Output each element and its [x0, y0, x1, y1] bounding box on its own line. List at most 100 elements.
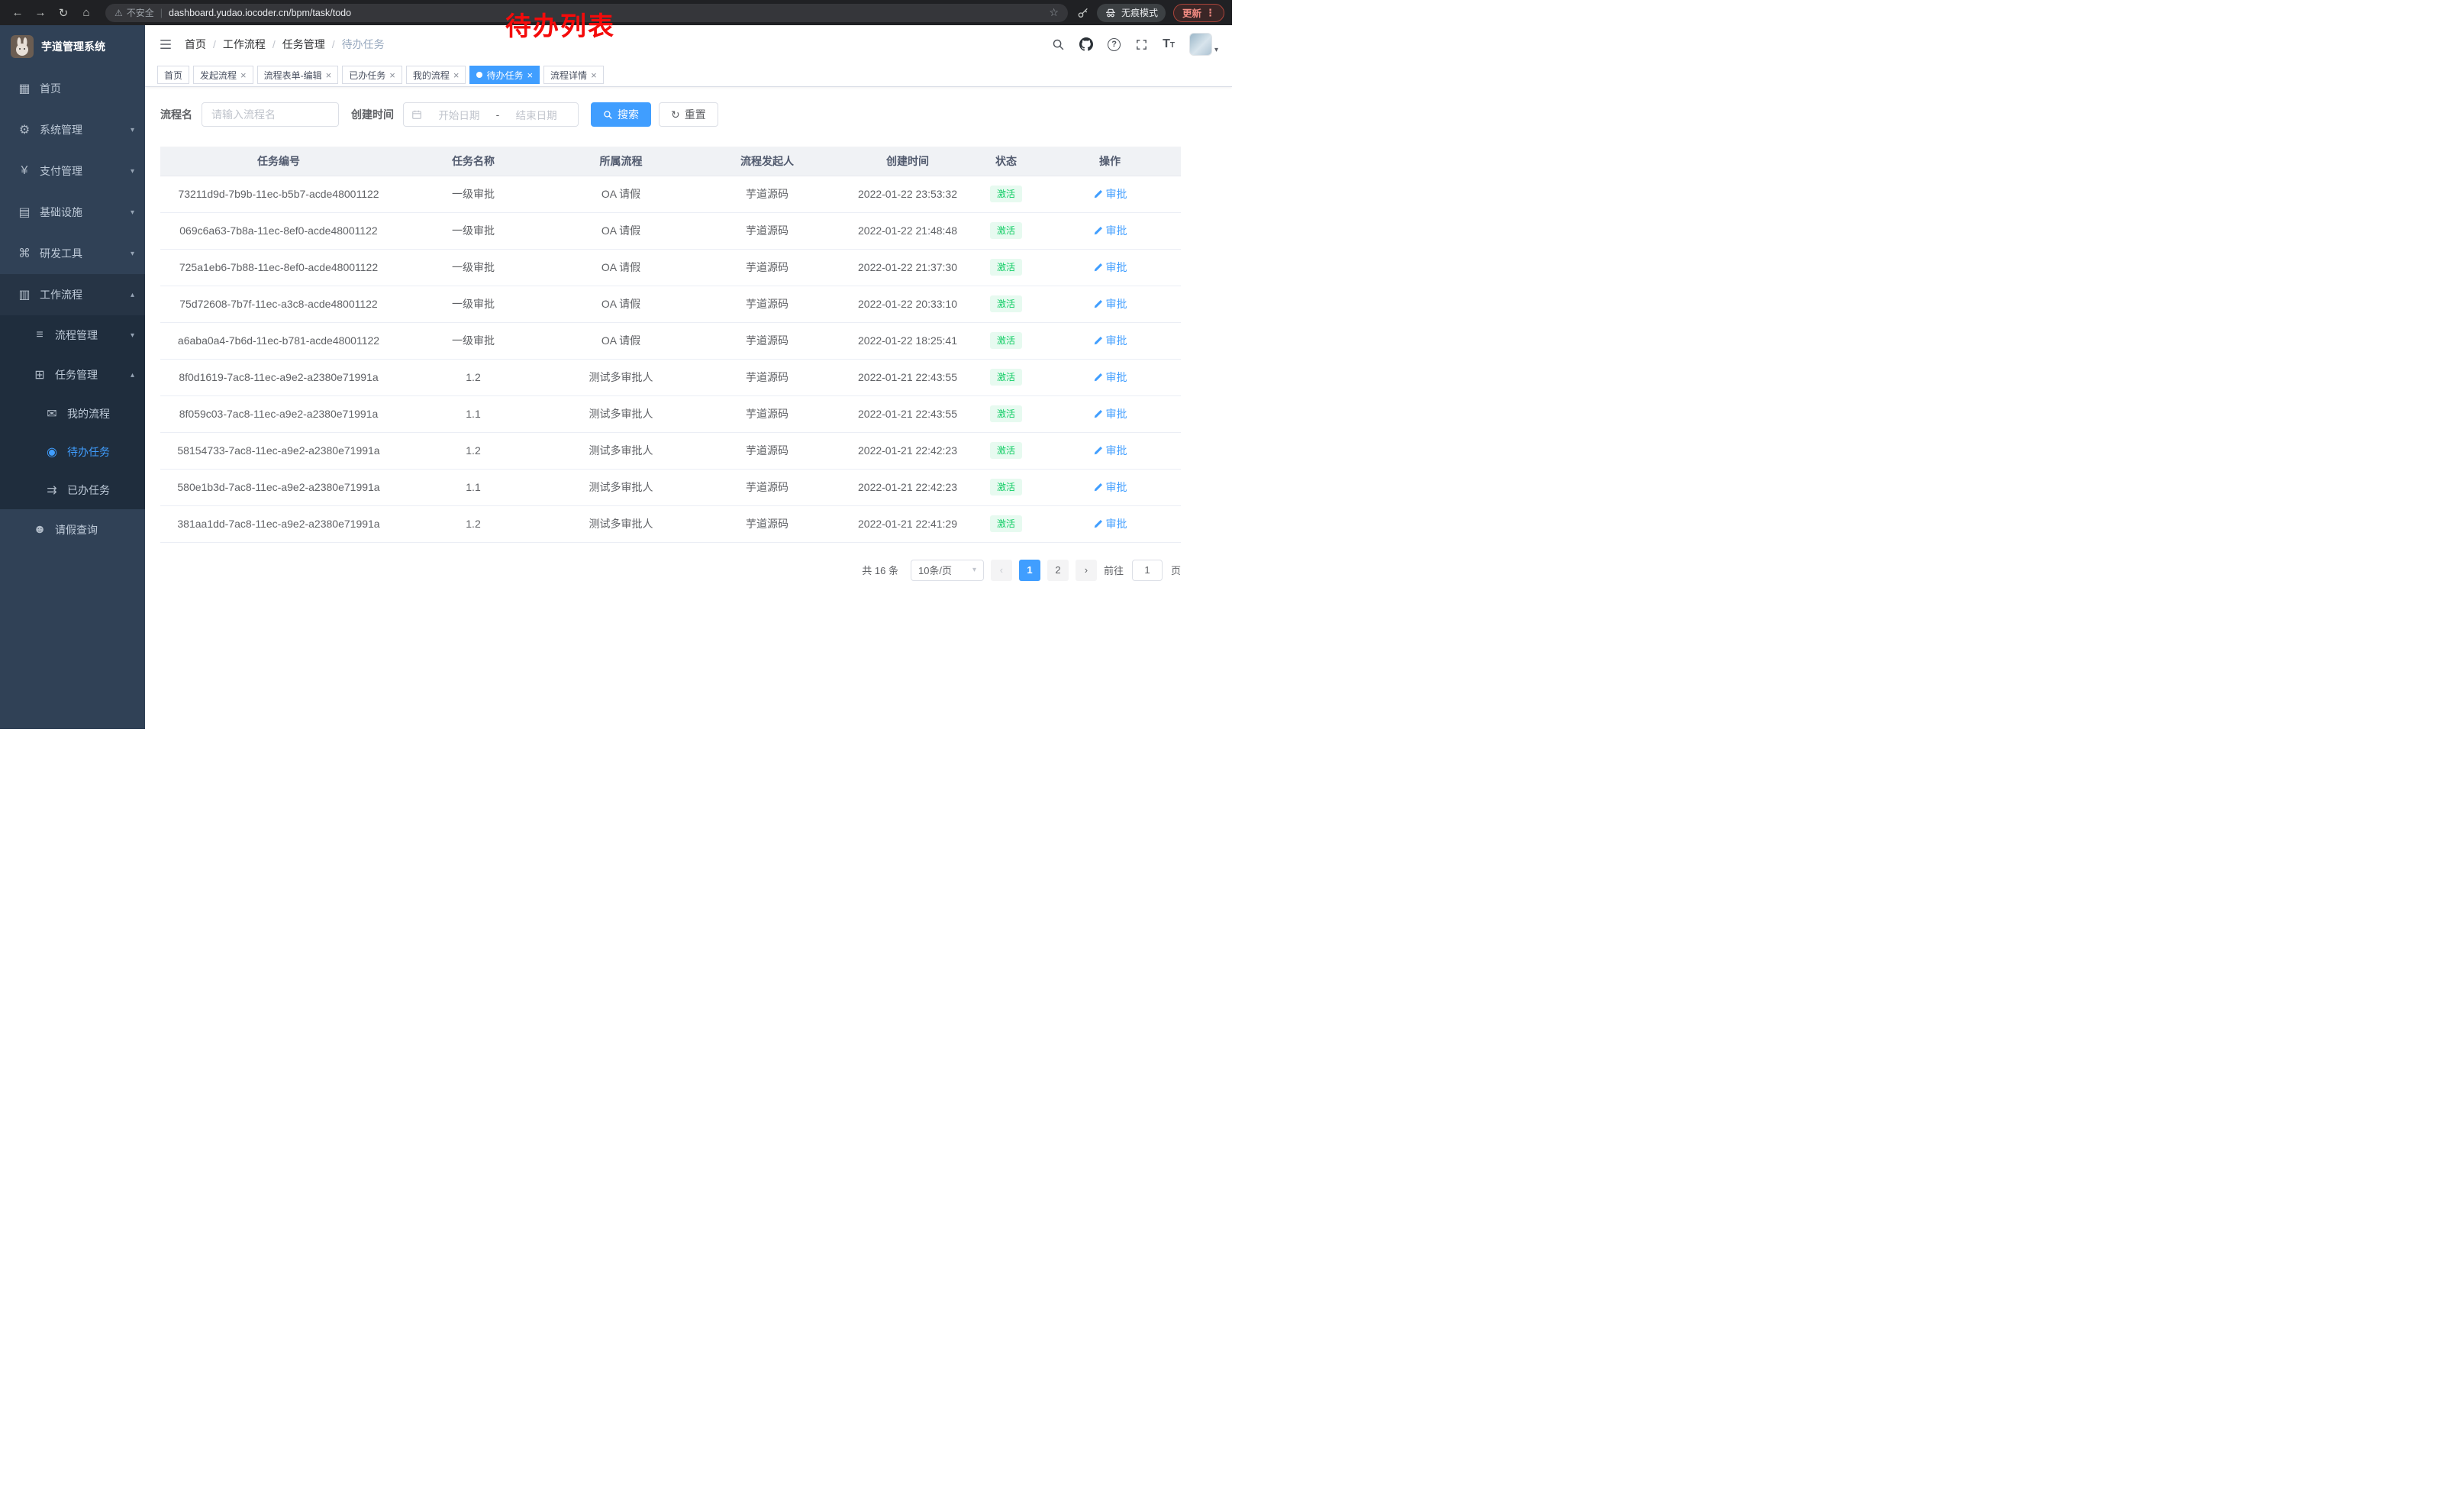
back-icon[interactable]: ← [8, 3, 27, 23]
process-name-input[interactable] [202, 102, 339, 127]
goto-page-input[interactable] [1132, 560, 1163, 581]
breadcrumb-workflow[interactable]: 工作流程 [223, 37, 266, 52]
forward-icon[interactable]: → [31, 3, 50, 23]
sidebar-item-todo-tasks[interactable]: ◉ 待办任务 [0, 433, 145, 471]
approve-link[interactable]: 审批 [1093, 479, 1127, 495]
sidebar-item-home[interactable]: ▦ 首页 [0, 68, 145, 109]
page-size-select[interactable]: 10条/页 ▾ [911, 560, 984, 581]
cell-initiator: 芋道源码 [692, 432, 842, 469]
address-bar[interactable]: ⚠ 不安全 | dashboard.yudao.iocoder.cn/bpm/t… [105, 4, 1068, 22]
page-button-1[interactable]: 1 [1019, 560, 1040, 581]
sidebar-item-process-management[interactable]: ≡ 流程管理 ▾ [0, 315, 145, 355]
cell-process: OA 请假 [550, 322, 692, 359]
sidebar-menu: ▦ 首页 ⚙ 系统管理 ▾ ¥ 支付管理 ▾ ▤ 基础设施 ▾ [0, 68, 145, 550]
approve-link[interactable]: 审批 [1093, 370, 1127, 385]
cell-task-name: 一级审批 [397, 322, 550, 359]
goto-label: 前往 [1104, 563, 1124, 577]
security-warning[interactable]: ⚠ 不安全 [114, 6, 154, 19]
tab-home[interactable]: 首页 [157, 66, 189, 84]
text-size-icon[interactable]: TT [1163, 38, 1175, 50]
close-icon[interactable]: × [389, 70, 395, 80]
status-badge: 激活 [990, 405, 1022, 422]
page-button-2[interactable]: 2 [1047, 560, 1069, 581]
tab-done-tasks[interactable]: 已办任务 × [342, 66, 402, 84]
approve-link[interactable]: 审批 [1093, 333, 1127, 348]
tab-todo-tasks[interactable]: 待办任务 × [469, 66, 540, 84]
tab-my-processes[interactable]: 我的流程 × [406, 66, 466, 84]
cell-action: 审批 [1039, 249, 1181, 286]
status-badge: 激活 [990, 332, 1022, 349]
user-menu[interactable]: ▾ [1189, 33, 1218, 56]
prev-page-button[interactable]: ‹ [991, 560, 1012, 581]
search-icon[interactable] [1052, 38, 1065, 51]
chevron-down-icon: ▾ [131, 250, 134, 258]
sidebar-item-payment-management[interactable]: ¥ 支付管理 ▾ [0, 150, 145, 192]
table-row: a6aba0a4-7b6d-11ec-b781-acde48001122 一级审… [160, 322, 1181, 359]
breadcrumb-current: 待办任务 [342, 37, 385, 52]
app-title: 芋道管理系统 [41, 39, 105, 54]
fullscreen-icon[interactable] [1135, 38, 1148, 51]
close-icon[interactable]: × [240, 70, 247, 80]
sidebar-item-leave-query[interactable]: ☻ 请假查询 [0, 509, 145, 550]
approve-link[interactable]: 审批 [1093, 296, 1127, 311]
avatar [1189, 33, 1212, 56]
breadcrumb-home[interactable]: 首页 [185, 37, 206, 52]
sidebar-item-system-management[interactable]: ⚙ 系统管理 ▾ [0, 109, 145, 150]
tab-process-detail[interactable]: 流程详情 × [543, 66, 604, 84]
caret-down-icon: ▾ [1214, 46, 1218, 56]
cell-task-id: 8f059c03-7ac8-11ec-a9e2-a2380e71991a [160, 395, 397, 432]
close-icon[interactable]: × [591, 70, 597, 80]
cell-task-id: a6aba0a4-7b6d-11ec-b781-acde48001122 [160, 322, 397, 359]
approve-link[interactable]: 审批 [1093, 406, 1127, 421]
close-icon[interactable]: × [453, 70, 460, 80]
pagination: 共 16 条 10条/页 ▾ ‹ 1 2 › 前往 页 [160, 560, 1181, 581]
sidebar-item-infrastructure[interactable]: ▤ 基础设施 ▾ [0, 192, 145, 233]
reset-button[interactable]: ↻ 重置 [659, 102, 718, 127]
key-extension-icon[interactable] [1077, 7, 1089, 19]
sidebar-item-my-processes[interactable]: ✉ 我的流程 [0, 395, 145, 433]
sidebar-toggle-icon[interactable] [159, 37, 173, 51]
approve-link[interactable]: 审批 [1093, 260, 1127, 275]
kebab-menu-icon[interactable]: ⋮ [1205, 7, 1215, 19]
sidebar-item-dev-tools[interactable]: ⌘ 研发工具 ▾ [0, 233, 145, 274]
github-icon[interactable] [1079, 37, 1093, 51]
date-range-picker[interactable]: 开始日期 - 结束日期 [403, 102, 579, 127]
sidebar-item-done-tasks[interactable]: ⇉ 已办任务 [0, 471, 145, 509]
workflow-submenu: ≡ 流程管理 ▾ ⊞ 任务管理 ▴ ✉ 我的流程 ◉ [0, 315, 145, 509]
bookmark-star-icon[interactable]: ☆ [1049, 6, 1059, 19]
close-icon[interactable]: × [326, 70, 332, 80]
close-icon[interactable]: × [527, 70, 533, 80]
list-icon: ≡ [31, 328, 49, 342]
total-count: 共 16 条 [862, 563, 898, 577]
start-date-placeholder: 开始日期 [425, 107, 493, 122]
sidebar-item-task-management[interactable]: ⊞ 任务管理 ▴ [0, 355, 145, 395]
sidebar-item-workflow[interactable]: ▥ 工作流程 ▴ [0, 274, 145, 315]
approve-link[interactable]: 审批 [1093, 186, 1127, 202]
chevron-down-icon: ▾ [131, 126, 134, 134]
breadcrumb-task-management[interactable]: 任务管理 [282, 37, 325, 52]
navbar-actions: ? TT ▾ [1052, 33, 1218, 56]
cell-initiator: 芋道源码 [692, 286, 842, 322]
home-icon[interactable]: ⌂ [76, 3, 96, 23]
reload-icon[interactable]: ↻ [53, 3, 73, 23]
cell-task-name: 1.1 [397, 469, 550, 505]
cell-initiator: 芋道源码 [692, 212, 842, 249]
search-button[interactable]: 搜索 [591, 102, 651, 127]
cell-task-id: 381aa1dd-7ac8-11ec-a9e2-a2380e71991a [160, 505, 397, 542]
active-dot [476, 72, 482, 78]
approve-link[interactable]: 审批 [1093, 223, 1127, 238]
browser-update-button[interactable]: 更新 ⋮ [1173, 4, 1224, 22]
tab-start-process[interactable]: 发起流程 × [193, 66, 253, 84]
column-header-task-id: 任务编号 [160, 147, 397, 176]
tab-process-form-edit[interactable]: 流程表单-编辑 × [257, 66, 339, 84]
cell-initiator: 芋道源码 [692, 469, 842, 505]
next-page-button[interactable]: › [1076, 560, 1097, 581]
process-name-label: 流程名 [160, 107, 192, 122]
breadcrumb: 首页 / 工作流程 / 任务管理 / 待办任务 [185, 37, 385, 52]
logo-avatar [11, 35, 34, 58]
cell-process: 测试多审批人 [550, 505, 692, 542]
eye-icon: ◉ [43, 444, 61, 460]
approve-link[interactable]: 审批 [1093, 443, 1127, 458]
approve-link[interactable]: 审批 [1093, 516, 1127, 531]
help-icon[interactable]: ? [1108, 38, 1121, 51]
